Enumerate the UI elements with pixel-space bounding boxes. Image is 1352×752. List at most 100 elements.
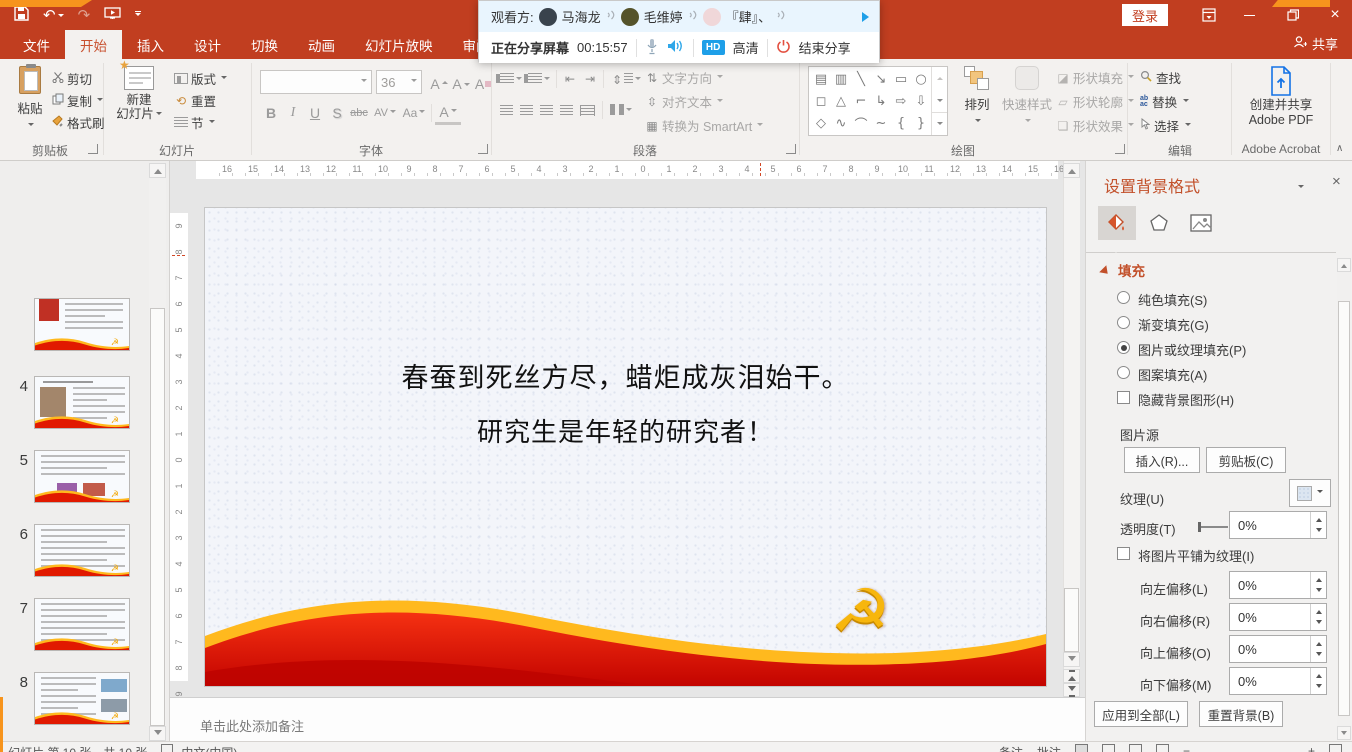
shapes-more-button[interactable] bbox=[932, 112, 947, 135]
italic-button[interactable]: I bbox=[282, 101, 304, 125]
copy-button[interactable]: 复制 bbox=[52, 91, 103, 110]
shape-gallery-item[interactable]: ⇨ bbox=[891, 90, 911, 112]
shape-gallery-item[interactable]: ▥ bbox=[831, 68, 851, 90]
shape-gallery-item[interactable]: ∿ bbox=[831, 112, 851, 134]
find-button[interactable]: 查找 bbox=[1140, 68, 1181, 87]
redo-button[interactable]: ↷ bbox=[78, 4, 91, 26]
zoom-out-button[interactable]: − bbox=[1183, 744, 1190, 752]
paste-button[interactable]: 粘贴 bbox=[10, 66, 50, 132]
previous-slide-button[interactable] bbox=[1063, 669, 1080, 683]
spellcheck-icon[interactable] bbox=[161, 744, 173, 752]
ribbon-tab[interactable]: 切换 bbox=[236, 30, 293, 59]
fill-option-radio[interactable] bbox=[1117, 341, 1130, 354]
notes-placeholder[interactable]: 单击此处添加备注 bbox=[200, 716, 304, 735]
underline-button[interactable]: U bbox=[304, 101, 326, 125]
thumbnails-scrollbar-thumb[interactable] bbox=[150, 308, 165, 726]
canvas-scroll-down-button[interactable] bbox=[1063, 652, 1080, 667]
shape-gallery-item[interactable]: ↳ bbox=[871, 90, 891, 112]
reset-button[interactable]: ⟲重置 bbox=[174, 91, 216, 110]
shapes-scroll-up-button[interactable] bbox=[932, 67, 947, 89]
shape-gallery-item[interactable]: ◇ bbox=[811, 112, 831, 134]
shapes-scroll-down-button[interactable] bbox=[932, 89, 947, 111]
line-spacing-button[interactable]: ⇕ bbox=[610, 72, 641, 87]
pane-menu-caret[interactable] bbox=[1296, 179, 1304, 194]
align-left-icon[interactable] bbox=[500, 105, 513, 116]
canvas-scroll-up-button[interactable] bbox=[1063, 163, 1080, 178]
slide-thumbnail-4[interactable]: ☭ bbox=[34, 376, 130, 429]
apply-to-all-button[interactable]: 应用到全部(L) bbox=[1094, 701, 1188, 727]
font-size-combo[interactable]: 36 bbox=[376, 70, 422, 94]
slide-thumbnail-8[interactable]: ☭ bbox=[34, 672, 130, 725]
minimize-button[interactable] bbox=[1232, 0, 1266, 30]
strikethrough-button[interactable]: abc bbox=[348, 101, 370, 125]
fill-section-header[interactable]: 填充 bbox=[1102, 260, 1145, 280]
offset-spinner[interactable]: 0% bbox=[1229, 603, 1327, 631]
text-shadow-button[interactable]: S bbox=[326, 101, 348, 125]
reading-view-icon[interactable] bbox=[1129, 744, 1142, 752]
hd-quality-label[interactable]: 高清 bbox=[733, 38, 759, 57]
shape-gallery-item[interactable]: △ bbox=[831, 90, 851, 112]
shape-gallery-item[interactable]: ~ bbox=[871, 112, 891, 134]
next-slide-button[interactable] bbox=[1063, 683, 1080, 697]
slide-thumbnail-5[interactable]: ☭ bbox=[34, 450, 130, 503]
numbering-button[interactable] bbox=[528, 72, 550, 87]
format-painter-button[interactable]: 格式刷 bbox=[52, 113, 105, 132]
ribbon-tab[interactable]: 设计 bbox=[179, 30, 236, 59]
shrink-font-button[interactable]: A bbox=[450, 72, 472, 96]
shape-gallery-item[interactable]: ╲ bbox=[851, 68, 871, 90]
notes-pane[interactable]: 单击此处添加备注 bbox=[170, 697, 1085, 741]
collapse-ribbon-button[interactable]: ∧ bbox=[1336, 143, 1343, 154]
change-case-button[interactable]: Aa bbox=[400, 101, 428, 125]
normal-view-icon[interactable] bbox=[1075, 744, 1088, 752]
ribbon-tab[interactable]: 文件 bbox=[8, 30, 65, 59]
tile-picture-checkbox[interactable] bbox=[1117, 547, 1130, 560]
shape-gallery-item[interactable]: } bbox=[911, 112, 931, 134]
clear-formatting-button[interactable]: A bbox=[472, 72, 494, 96]
select-button[interactable]: 选择 bbox=[1140, 116, 1191, 135]
offset-spinner[interactable]: 0% bbox=[1229, 635, 1327, 663]
layout-button[interactable]: 版式 bbox=[174, 69, 227, 88]
font-dialog-launcher[interactable] bbox=[478, 144, 488, 154]
end-share-label[interactable]: 结束分享 bbox=[799, 38, 851, 57]
paragraph-dialog-launcher[interactable] bbox=[786, 144, 796, 154]
signin-button[interactable]: 登录 bbox=[1122, 4, 1168, 26]
offset-spinner-arrows[interactable] bbox=[1310, 636, 1326, 662]
shape-outline-button[interactable]: ▱形状轮廓 bbox=[1056, 92, 1134, 111]
insert-picture-button[interactable]: 插入(R)... bbox=[1124, 447, 1200, 473]
offset-spinner-arrows[interactable] bbox=[1310, 572, 1326, 598]
shape-effects-button[interactable]: ❏形状效果 bbox=[1056, 116, 1134, 135]
pane-close-icon[interactable]: × bbox=[1332, 173, 1341, 190]
shape-gallery-item[interactable]: { bbox=[891, 112, 911, 134]
fill-option-radio[interactable] bbox=[1117, 291, 1130, 304]
speaker-icon[interactable] bbox=[667, 38, 685, 57]
font-name-combo[interactable] bbox=[260, 70, 372, 94]
transparency-slider-handle[interactable] bbox=[1198, 522, 1201, 532]
slide-text-line1[interactable]: 春蚕到死丝方尽，蜡炬成灰泪始干。 bbox=[205, 356, 1046, 395]
end-share-power-icon[interactable] bbox=[776, 39, 791, 57]
slide-thumbnail-3[interactable]: ☭ bbox=[34, 298, 130, 351]
shape-gallery-item[interactable]: ▭ bbox=[891, 68, 911, 90]
transparency-spinner[interactable]: 0% bbox=[1229, 511, 1327, 539]
shape-gallery-item[interactable]: ⌐ bbox=[851, 90, 871, 112]
effects-tab-icon[interactable] bbox=[1140, 206, 1178, 240]
pane-scroll-up-button[interactable] bbox=[1337, 258, 1351, 272]
thumbnails-scroll-up-button[interactable] bbox=[149, 163, 166, 178]
offset-spinner[interactable]: 0% bbox=[1229, 571, 1327, 599]
transparency-slider-track[interactable] bbox=[1198, 526, 1228, 528]
slide-thumbnail-7[interactable]: ☭ bbox=[34, 598, 130, 651]
new-slide-button[interactable]: ★ 新建幻灯片 bbox=[112, 66, 166, 121]
shape-gallery[interactable]: ▤▥╲↘▭○◻△⌐↳⇨⇩◇∿⌒~{} bbox=[808, 66, 948, 136]
cut-button[interactable]: 剪切 bbox=[52, 69, 92, 88]
section-button[interactable]: 节 bbox=[174, 113, 215, 132]
picture-tab-icon[interactable] bbox=[1182, 206, 1220, 240]
shape-fill-button[interactable]: ◪形状填充 bbox=[1056, 68, 1134, 87]
align-text-button[interactable]: ⇳对齐文本 bbox=[645, 92, 723, 111]
arrange-button[interactable]: 排列 bbox=[955, 66, 999, 128]
offset-spinner-arrows[interactable] bbox=[1310, 604, 1326, 630]
ribbon-tab[interactable]: 插入 bbox=[122, 30, 179, 59]
text-direction-button[interactable]: ⇅文字方向 bbox=[645, 68, 723, 87]
drawing-dialog-launcher[interactable] bbox=[1115, 144, 1125, 154]
align-center-icon[interactable] bbox=[520, 105, 533, 116]
increase-indent-icon[interactable]: ⇥ bbox=[583, 72, 597, 86]
replace-button[interactable]: abac替换 bbox=[1140, 92, 1189, 111]
